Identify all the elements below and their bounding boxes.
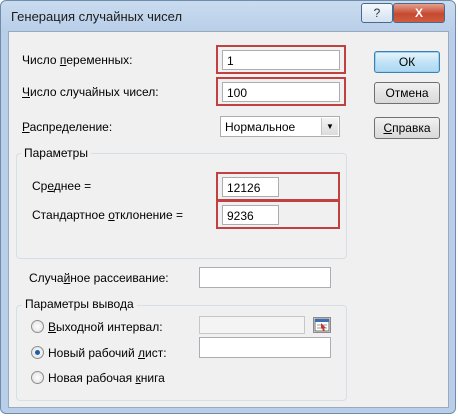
parameters-group-title: Параметры <box>21 146 91 160</box>
new-sheet-radio[interactable] <box>31 346 44 359</box>
help-title-button[interactable]: ? <box>361 3 393 23</box>
new-workbook-label: Новая рабочая книга <box>48 371 165 385</box>
title-bar[interactable]: Генерация случайных чисел ? X <box>1 1 455 31</box>
dialog-body: Число переменных: 1 Число случайных чисе… <box>8 31 449 408</box>
random-number-generation-dialog: Генерация случайных чисел ? X Число пере… <box>0 0 456 414</box>
output-group-title: Параметры вывода <box>22 297 137 311</box>
output-range-radio[interactable] <box>31 320 44 333</box>
new-sheet-input[interactable] <box>199 337 331 358</box>
highlight-frame <box>216 77 346 106</box>
help-button[interactable]: Справка <box>374 117 440 139</box>
close-icon: X <box>414 6 423 20</box>
distribution-select[interactable]: Нормальное ▼ <box>220 116 340 137</box>
cancel-button[interactable]: Отмена <box>374 82 440 104</box>
num-variables-label: Число переменных: <box>22 53 133 67</box>
mean-label: Среднее = <box>32 179 92 193</box>
num-random-label: Число случайных чисел: <box>22 85 159 99</box>
seed-input[interactable] <box>199 267 331 288</box>
distribution-label: Распределение: <box>22 120 113 134</box>
chevron-down-icon[interactable]: ▼ <box>321 118 338 135</box>
question-icon: ? <box>373 6 381 20</box>
new-workbook-radio[interactable] <box>31 371 44 384</box>
range-select-icon <box>314 318 330 332</box>
range-picker-icon[interactable] <box>313 317 331 333</box>
highlight-frame <box>216 200 340 229</box>
close-button[interactable]: X <box>393 3 445 23</box>
dialog-title: Генерация случайных чисел <box>11 9 183 24</box>
output-range-label: Выходной интервал: <box>48 320 163 334</box>
highlight-frame <box>216 172 340 201</box>
seed-label: Случайное рассеивание: <box>29 271 169 285</box>
stdev-label: Стандартное отклонение = <box>32 208 183 222</box>
distribution-value: Нормальное <box>225 120 296 134</box>
highlight-frame <box>216 45 346 74</box>
new-sheet-label: Новый рабочий лист: <box>48 346 167 360</box>
output-range-input[interactable] <box>199 316 305 334</box>
ok-button[interactable]: ОК <box>374 51 440 73</box>
